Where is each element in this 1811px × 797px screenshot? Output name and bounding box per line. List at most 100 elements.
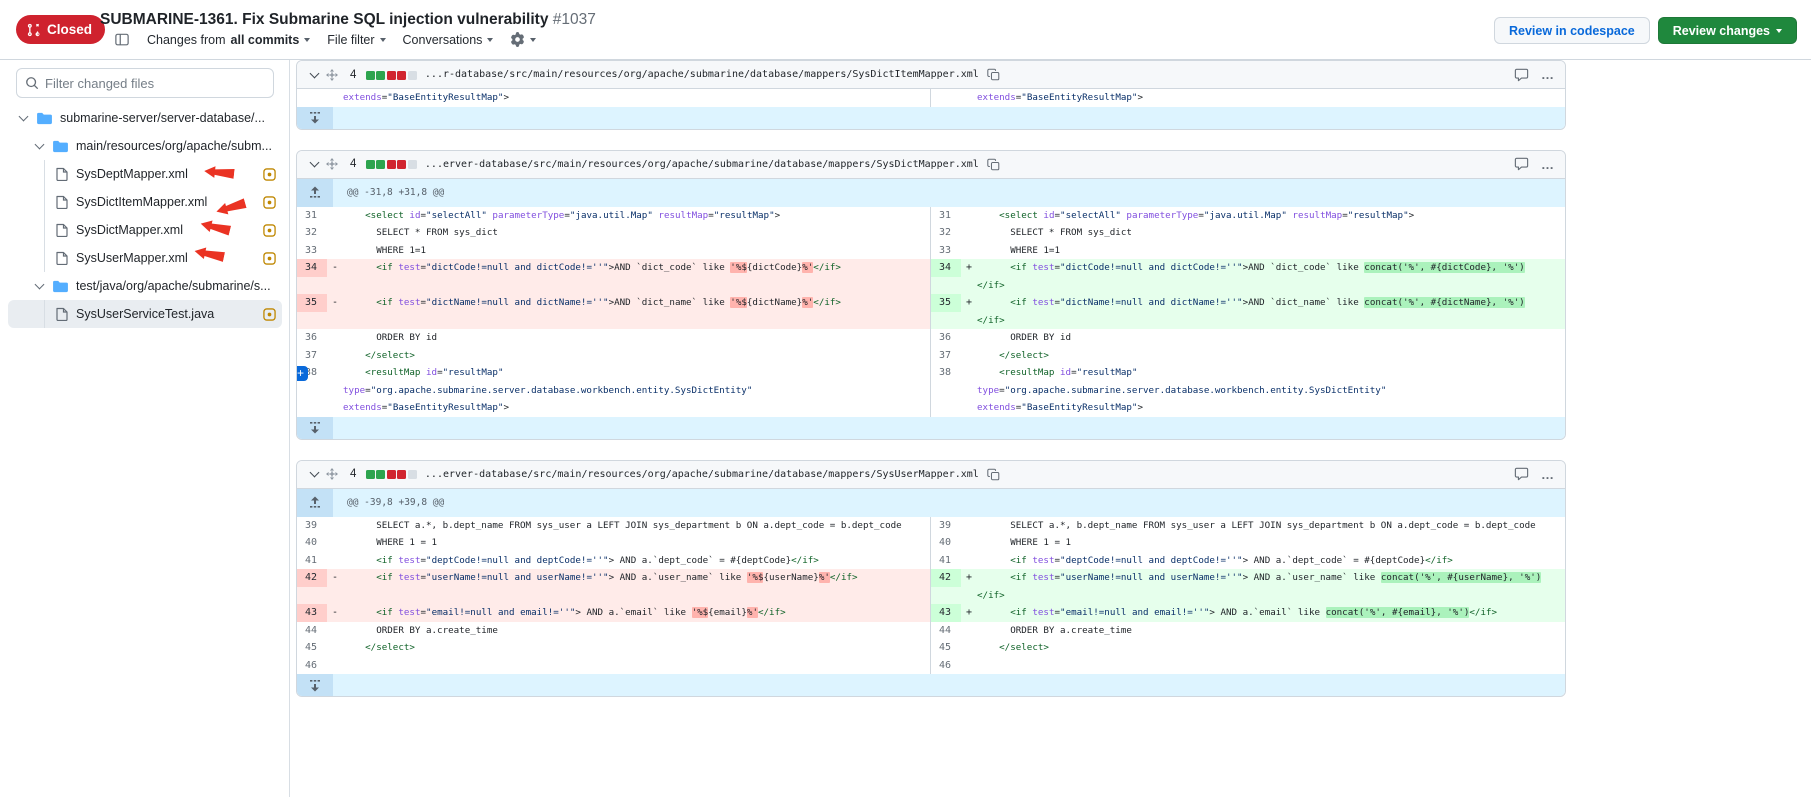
file-icon [56, 195, 68, 209]
diffstat-square [408, 470, 417, 479]
line-number[interactable]: 40 [931, 534, 961, 552]
line-number[interactable]: 34 [297, 259, 327, 277]
copy-path-icon[interactable] [987, 158, 1000, 171]
line-number[interactable]: 36 [297, 329, 327, 347]
line-number[interactable]: 36 [931, 329, 961, 347]
sidebar-file-sysuserservicetest-java[interactable]: SysUserServiceTest.java [8, 300, 282, 328]
indent-guide [44, 244, 45, 272]
sidebar-folder-submarine-server-server-database-[interactable]: submarine-server/server-database/... [8, 104, 282, 132]
file-path-link[interactable]: ...r-database/src/main/resources/org/apa… [425, 69, 979, 80]
diff-cell: 41 <if test="deptCode!=null and deptCode… [297, 552, 931, 570]
collapse-file-chevron-icon[interactable] [310, 68, 320, 78]
line-number[interactable]: 34 [931, 259, 961, 277]
line-number[interactable]: 39 [931, 517, 961, 535]
diff-code-row: 36 ORDER BY id36 ORDER BY id [297, 329, 1565, 347]
line-number[interactable]: 32 [297, 224, 327, 242]
sidebar-folder-main-resources-org-apache-subm-[interactable]: main/resources/org/apache/subm... [8, 132, 282, 160]
sidebar-toggle-icon[interactable] [114, 33, 130, 47]
code-line [977, 657, 1565, 675]
comment-icon[interactable] [1514, 467, 1529, 481]
diff-cell: extends="BaseEntityResultMap"> [931, 89, 1565, 107]
review-in-codespace-button[interactable]: Review in codespace [1494, 17, 1650, 44]
line-number[interactable]: 39 [297, 517, 327, 535]
line-number[interactable]: 37 [931, 347, 961, 365]
sidebar-folder-test-java-org-apache-submarine-s-[interactable]: test/java/org/apache/submarine/s... [8, 272, 282, 300]
expand-up-button[interactable] [297, 489, 333, 517]
line-number[interactable]: 41 [931, 552, 961, 570]
line-number[interactable]: 31 [297, 207, 327, 225]
code-line: ORDER BY a.create_time [343, 622, 930, 640]
sidebar-file-sysdictitemmapper-xml[interactable]: SysDictItemMapper.xml [8, 188, 282, 216]
pr-status-label: Closed [47, 22, 92, 37]
drag-handle-icon[interactable] [326, 158, 338, 170]
line-number[interactable]: 38+ [297, 364, 327, 382]
modified-file-icon [263, 168, 276, 181]
line-number[interactable]: 42 [931, 569, 961, 587]
code-line: WHERE 1 = 1 [977, 534, 1565, 552]
expand-down-button[interactable] [297, 674, 333, 696]
diffstat-square [387, 71, 396, 80]
line-number[interactable]: 44 [931, 622, 961, 640]
line-number[interactable]: 45 [931, 639, 961, 657]
kebab-menu-icon[interactable]: … [1541, 157, 1555, 172]
add-comment-plus-button[interactable]: + [296, 366, 308, 381]
diffstat-square [387, 160, 396, 169]
chevron-down-icon[interactable] [19, 111, 29, 121]
sidebar-file-sysusermapper-xml[interactable]: SysUserMapper.xml [8, 244, 282, 272]
diff-code-row: 44 ORDER BY a.create_time44 ORDER BY a.c… [297, 622, 1565, 640]
chevron-down-icon[interactable] [35, 279, 45, 289]
kebab-menu-icon[interactable]: … [1541, 67, 1555, 82]
line-number[interactable]: 42 [297, 569, 327, 587]
drag-handle-icon[interactable] [326, 69, 338, 81]
diff-cell: 35- <if test="dictName!=null and dictNam… [297, 294, 931, 329]
expand-down-button[interactable] [297, 107, 333, 129]
line-number[interactable]: 40 [297, 534, 327, 552]
diff-cell: 35+ <if test="dictName!=null and dictNam… [931, 294, 1565, 329]
conversations-menu[interactable]: Conversations [403, 33, 494, 47]
diff-code-row: 43- <if test="email!=null and email!=''"… [297, 604, 1565, 622]
changes-from-menu[interactable]: Changes from all commits [147, 33, 310, 47]
line-number[interactable]: 31 [931, 207, 961, 225]
comment-icon[interactable] [1514, 68, 1529, 82]
line-number[interactable]: 38 [931, 364, 961, 382]
copy-path-icon[interactable] [987, 68, 1000, 81]
diff-cell: 38+ <resultMap id="resultMap" type="org.… [297, 364, 931, 417]
line-number[interactable]: 32 [931, 224, 961, 242]
collapse-file-chevron-icon[interactable] [310, 158, 320, 168]
diff-code-row: 39 SELECT a.*, b.dept_name FROM sys_user… [297, 517, 1565, 535]
chevron-down-icon[interactable] [35, 139, 45, 149]
diffstat-square [366, 160, 375, 169]
line-number[interactable]: 43 [931, 604, 961, 622]
file-path-link[interactable]: ...erver-database/src/main/resources/org… [425, 159, 979, 170]
sidebar-file-sysdeptmapper-xml[interactable]: SysDeptMapper.xml [8, 160, 282, 188]
line-number[interactable]: 45 [297, 639, 327, 657]
pr-closed-icon [27, 23, 41, 37]
review-changes-button[interactable]: Review changes [1658, 17, 1797, 44]
line-number[interactable]: 33 [297, 242, 327, 260]
copy-path-icon[interactable] [987, 468, 1000, 481]
drag-handle-icon[interactable] [326, 468, 338, 480]
line-number[interactable]: 46 [931, 657, 961, 675]
collapse-file-chevron-icon[interactable] [310, 468, 320, 478]
line-number[interactable]: 44 [297, 622, 327, 640]
filter-changed-files-input[interactable] [45, 76, 265, 91]
filter-files-box[interactable] [16, 68, 274, 98]
line-number[interactable]: 35 [931, 294, 961, 312]
code-line: <if test="deptCode!=null and deptCode!='… [977, 552, 1565, 570]
expand-down-button[interactable] [297, 417, 333, 439]
line-number[interactable]: 37 [297, 347, 327, 365]
line-number[interactable]: 46 [297, 657, 327, 675]
line-number[interactable]: 35 [297, 294, 327, 312]
diff-cell: 45 </select> [297, 639, 931, 657]
kebab-menu-icon[interactable]: … [1541, 467, 1555, 482]
line-number[interactable]: 41 [297, 552, 327, 570]
diff-settings-menu[interactable] [510, 32, 536, 47]
line-number[interactable]: 33 [931, 242, 961, 260]
comment-icon[interactable] [1514, 157, 1529, 171]
sidebar-file-sysdictmapper-xml[interactable]: SysDictMapper.xml [8, 216, 282, 244]
line-number[interactable]: 43 [297, 604, 327, 622]
diff-code-row: 42- <if test="userName!=null and userNam… [297, 569, 1565, 604]
file-filter-menu[interactable]: File filter [327, 33, 385, 47]
file-path-link[interactable]: ...erver-database/src/main/resources/org… [425, 469, 979, 480]
expand-up-button[interactable] [297, 179, 333, 207]
